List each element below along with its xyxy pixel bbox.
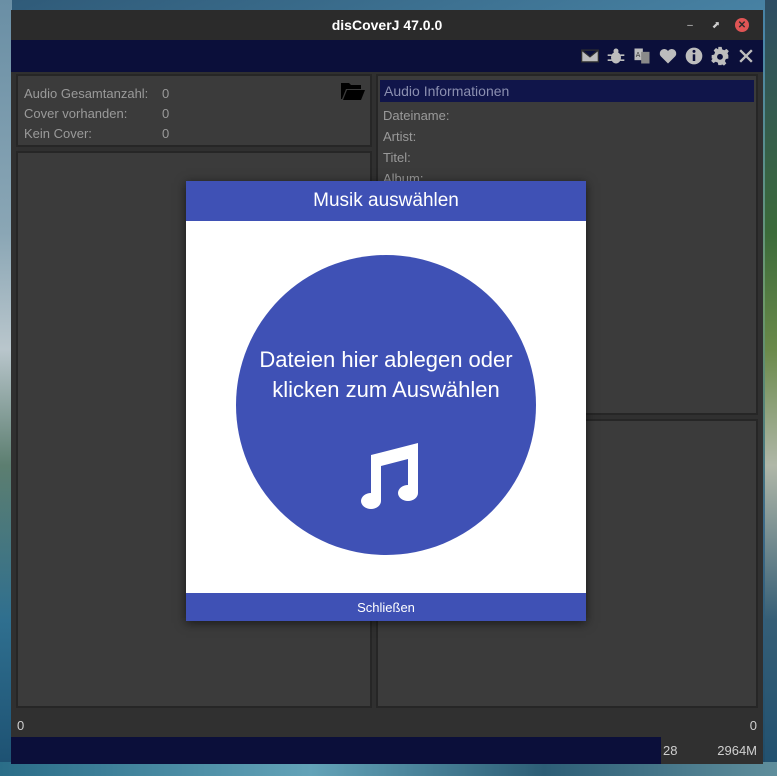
- stat-label: Cover vorhanden:: [24, 105, 128, 121]
- info-field-filename: Dateiname:: [383, 108, 450, 123]
- status-bar: 28 2964M: [11, 737, 763, 764]
- close-window-button[interactable]: ✕: [735, 18, 749, 32]
- dialog-close-button[interactable]: Schließen: [186, 593, 586, 621]
- stat-row-cover: Cover vorhanden: 0: [24, 103, 364, 123]
- drop-zone-text: Dateien hier ablegen oder klicken zum Au…: [259, 347, 513, 402]
- stat-row-total: Audio Gesamtanzahl: 0: [24, 83, 364, 103]
- info-icon[interactable]: [683, 45, 705, 67]
- stats-panel: Audio Gesamtanzahl: 0 Cover vorhanden: 0…: [16, 74, 372, 147]
- svg-text:A: A: [636, 51, 641, 59]
- heart-icon[interactable]: [657, 45, 679, 67]
- select-music-dialog: Musik auswählen Dateien hier ablegen ode…: [186, 181, 586, 621]
- desktop-background-right: [765, 0, 777, 776]
- drop-zone[interactable]: Dateien hier ablegen oder klicken zum Au…: [236, 255, 536, 555]
- music-note-icon: [346, 435, 426, 515]
- stat-value: 0: [162, 85, 170, 101]
- progress-bar: [11, 737, 661, 764]
- memory-used: 28: [663, 743, 678, 758]
- folder-open-icon[interactable]: [340, 80, 366, 102]
- stat-label: Kein Cover:: [24, 125, 92, 141]
- stat-value: 0: [162, 125, 170, 141]
- memory-total: 2964M: [717, 743, 757, 758]
- stat-row-no-cover: Kein Cover: 0: [24, 123, 364, 143]
- title-bar[interactable]: disCoverJ 47.0.0 – ⬈ ✕: [11, 10, 763, 40]
- window-title: disCoverJ 47.0.0: [331, 17, 443, 33]
- info-field-artist: Artist:: [383, 129, 417, 144]
- stat-label: Audio Gesamtanzahl:: [24, 85, 149, 101]
- toolbar: A: [11, 40, 763, 72]
- desktop-background-bottom: [0, 762, 777, 776]
- bug-icon[interactable]: [605, 45, 627, 67]
- stat-value: 0: [162, 105, 170, 121]
- translate-icon[interactable]: A: [631, 45, 653, 67]
- gear-icon[interactable]: [709, 45, 731, 67]
- status-count-right: 0: [749, 718, 757, 733]
- status-count-left: 0: [17, 718, 25, 733]
- maximize-button[interactable]: ⬈: [709, 18, 723, 32]
- close-icon[interactable]: [735, 45, 757, 67]
- info-header: Audio Informationen: [380, 80, 754, 102]
- info-field-title: Titel:: [383, 150, 411, 165]
- minimize-button[interactable]: –: [683, 18, 697, 32]
- dialog-title: Musik auswählen: [186, 181, 586, 221]
- envelope-icon[interactable]: [579, 45, 601, 67]
